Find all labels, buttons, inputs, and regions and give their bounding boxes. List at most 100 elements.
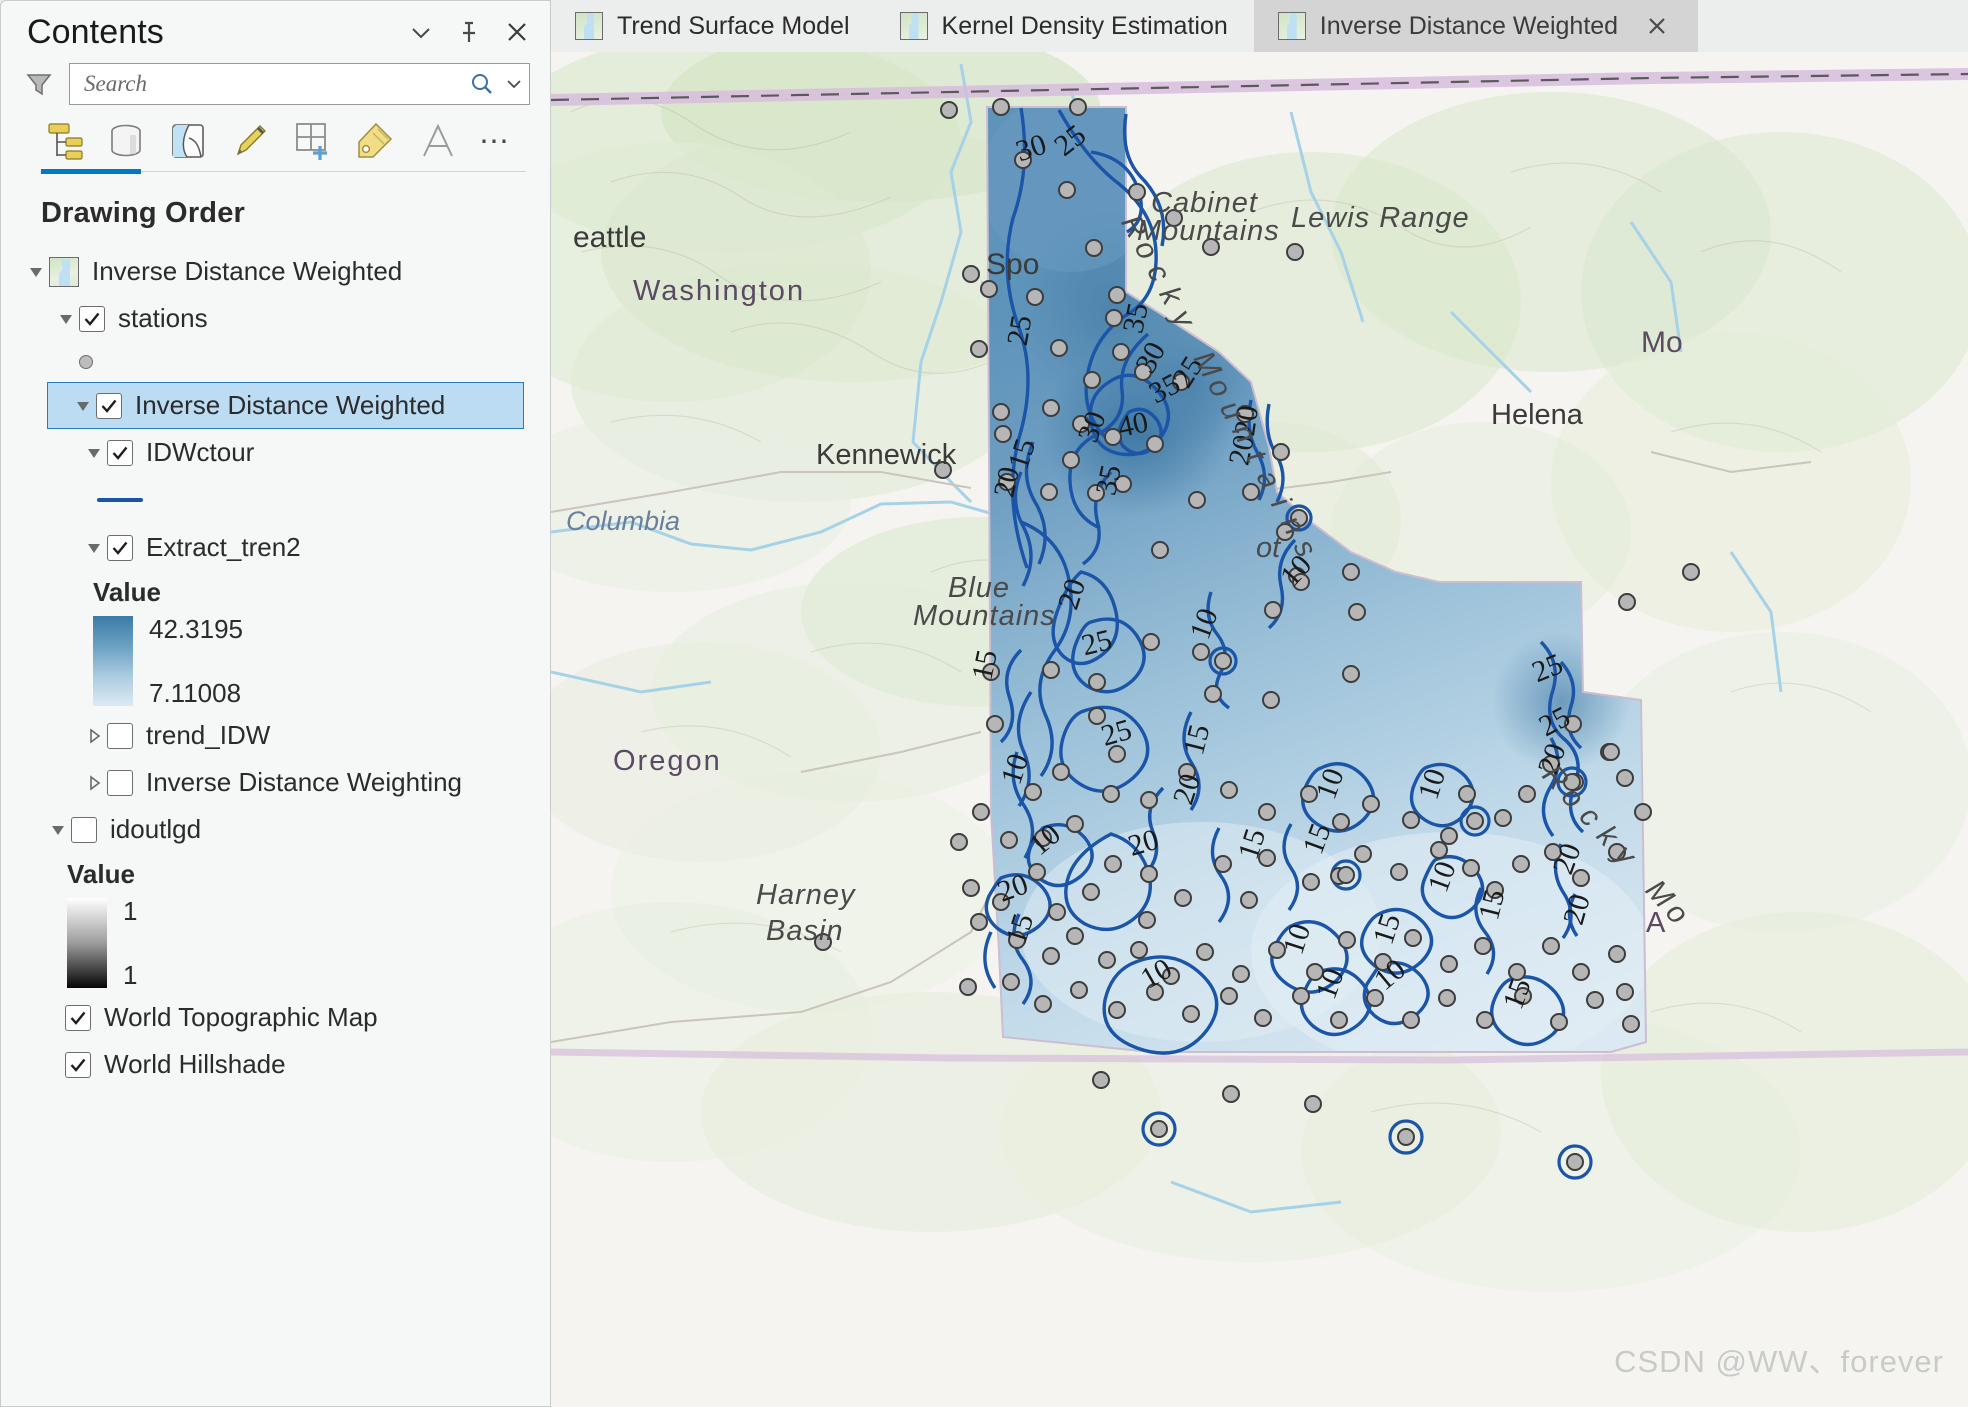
place-label: Columbia bbox=[566, 506, 680, 536]
place-label: Helena bbox=[1491, 399, 1584, 431]
map-icon bbox=[575, 12, 603, 40]
place-label: Washington bbox=[633, 275, 805, 307]
close-icon[interactable] bbox=[1642, 11, 1672, 41]
layer-visibility-checkbox[interactable] bbox=[71, 816, 97, 843]
contents-pane: Contents Search ⋯ Drawing Order Inverse … bbox=[0, 0, 551, 1407]
expander-icon[interactable] bbox=[70, 393, 96, 419]
view-tab-bar: Trend Surface Model Kernel Density Estim… bbox=[551, 0, 1968, 52]
tree-item-label: stations bbox=[118, 303, 208, 333]
expander-icon[interactable] bbox=[81, 440, 107, 466]
legend-low-value: 1 bbox=[123, 960, 138, 990]
drawing-order-header: Drawing Order bbox=[41, 197, 246, 229]
tab-label: Trend Surface Model bbox=[617, 11, 850, 40]
map-area: Trend Surface Model Kernel Density Estim… bbox=[551, 0, 1968, 1407]
list-by-charts-icon[interactable] bbox=[405, 115, 467, 167]
search-icon[interactable] bbox=[465, 71, 499, 97]
list-by-drawing-order-icon[interactable] bbox=[33, 115, 95, 167]
layer-visibility-checkbox[interactable] bbox=[65, 1051, 91, 1078]
tree-item-world-topographic-map[interactable]: World Topographic Map bbox=[1, 994, 550, 1041]
tree-item-trend-idw[interactable]: trend_IDW bbox=[1, 712, 550, 759]
tree-item-world-hillshade[interactable]: World Hillshade bbox=[1, 1041, 550, 1088]
chevron-down-icon[interactable] bbox=[408, 19, 434, 45]
search-input[interactable]: Search bbox=[69, 63, 530, 105]
legend-title: Value bbox=[67, 859, 135, 889]
place-label: eattle bbox=[573, 221, 646, 254]
place-label: Oregon bbox=[613, 745, 722, 777]
legend-high-value: 1 bbox=[123, 896, 138, 926]
list-by-data-source-icon[interactable] bbox=[95, 115, 157, 167]
tab-trend-surface-model[interactable]: Trend Surface Model bbox=[551, 0, 876, 52]
tree-item-label: IDWctour bbox=[146, 437, 255, 467]
map-icon bbox=[1277, 12, 1306, 40]
contents-toolbar: ⋯ bbox=[1, 105, 550, 167]
legend-title: Value bbox=[93, 577, 161, 607]
list-by-labeling-icon[interactable] bbox=[343, 115, 405, 167]
layer-visibility-checkbox[interactable] bbox=[107, 769, 133, 796]
point-symbol-icon bbox=[79, 355, 93, 369]
layer-visibility-checkbox[interactable] bbox=[79, 305, 105, 332]
more-options-icon[interactable]: ⋯ bbox=[467, 115, 523, 167]
color-ramp-gray bbox=[67, 898, 107, 988]
tree-item-inverse-distance-weighted-group[interactable]: Inverse Distance Weighted bbox=[47, 382, 524, 429]
place-label: ot bbox=[1256, 532, 1282, 564]
pane-header-buttons bbox=[408, 19, 536, 45]
layer-visibility-checkbox[interactable] bbox=[65, 1004, 91, 1031]
tree-item-inverse-distance-weighting[interactable]: Inverse Distance Weighting bbox=[1, 759, 550, 806]
tree-item-label: idoutlgd bbox=[110, 814, 202, 844]
tab-label: Inverse Distance Weighted bbox=[1319, 11, 1619, 40]
expander-icon[interactable] bbox=[45, 817, 71, 843]
place-label: Kennewick bbox=[816, 439, 957, 471]
place-label: Lewis Range bbox=[1291, 202, 1470, 234]
place-label: Spo bbox=[986, 248, 1039, 281]
contents-pane-header: Contents bbox=[1, 1, 550, 57]
active-tab-indicator bbox=[41, 169, 141, 174]
place-label: Basin bbox=[766, 915, 844, 947]
layer-visibility-checkbox[interactable] bbox=[107, 439, 133, 466]
tree-item-idwctour[interactable]: IDWctour bbox=[1, 429, 550, 476]
tab-label: Kernel Density Estimation bbox=[941, 11, 1228, 40]
page-title: Contents bbox=[27, 13, 164, 51]
expander-icon[interactable] bbox=[81, 535, 107, 561]
tab-kernel-density-estimation[interactable]: Kernel Density Estimation bbox=[876, 0, 1254, 52]
list-by-snapping-icon[interactable] bbox=[281, 115, 343, 167]
list-by-selection-icon[interactable] bbox=[157, 115, 219, 167]
tree-item-idoutlgd[interactable]: idoutlgd bbox=[1, 806, 550, 853]
tree-item-map[interactable]: Inverse Distance Weighted bbox=[1, 248, 550, 295]
search-placeholder: Search bbox=[84, 71, 148, 96]
place-label: Mo bbox=[1641, 326, 1683, 359]
arcgis-pro-window: Contents Search ⋯ Drawing Order Inverse … bbox=[0, 0, 1968, 1407]
pin-icon[interactable] bbox=[456, 19, 482, 45]
map-icon bbox=[899, 12, 928, 40]
layer-visibility-checkbox[interactable] bbox=[107, 534, 133, 561]
chevron-down-icon[interactable] bbox=[499, 74, 529, 94]
tree-item-label: Inverse Distance Weighting bbox=[146, 767, 463, 797]
layer-visibility-checkbox[interactable] bbox=[96, 392, 122, 419]
layer-tree: Inverse Distance Weighted stations Inver… bbox=[1, 248, 550, 1088]
place-label: Mountains bbox=[913, 600, 1056, 632]
map-canvas[interactable]: 30 25 25 35 30 25 35 30 40 20 20 15 20 35 20 10 10 25 15 25… bbox=[551, 52, 1968, 1407]
legend-low-value: 7.11008 bbox=[149, 678, 242, 708]
layer-visibility-checkbox[interactable] bbox=[107, 722, 133, 749]
legend-extract-tren2: Value 42.3195 7.11008 bbox=[1, 571, 550, 706]
expander-collapsed-icon[interactable] bbox=[81, 770, 107, 796]
tree-item-extract-tren2[interactable]: Extract_tren2 bbox=[1, 524, 550, 571]
tab-indicator-track bbox=[141, 171, 526, 172]
list-by-editing-icon[interactable] bbox=[219, 115, 281, 167]
tree-item-label: World Topographic Map bbox=[104, 1002, 378, 1032]
close-icon[interactable] bbox=[504, 19, 530, 45]
expander-icon[interactable] bbox=[53, 306, 79, 332]
contour-label: 25 bbox=[1001, 313, 1039, 348]
tab-inverse-distance-weighted[interactable]: Inverse Distance Weighted bbox=[1253, 0, 1699, 52]
map-icon bbox=[49, 256, 79, 287]
legend-high-value: 42.3195 bbox=[149, 614, 243, 644]
color-ramp-blue bbox=[93, 616, 133, 706]
expander-icon[interactable] bbox=[23, 259, 49, 285]
expander-collapsed-icon[interactable] bbox=[81, 723, 107, 749]
legend-idoutlgd: Value 1 1 bbox=[1, 853, 550, 988]
tree-item-label: Extract_tren2 bbox=[146, 532, 301, 562]
map-graphic: 302525 3530253530 40 20201520 352010102515 25… bbox=[551, 52, 1968, 1407]
filter-icon[interactable] bbox=[23, 68, 55, 100]
tree-item-stations[interactable]: stations bbox=[1, 295, 550, 342]
line-symbol-icon bbox=[97, 498, 143, 502]
place-label: Harney bbox=[756, 879, 856, 911]
